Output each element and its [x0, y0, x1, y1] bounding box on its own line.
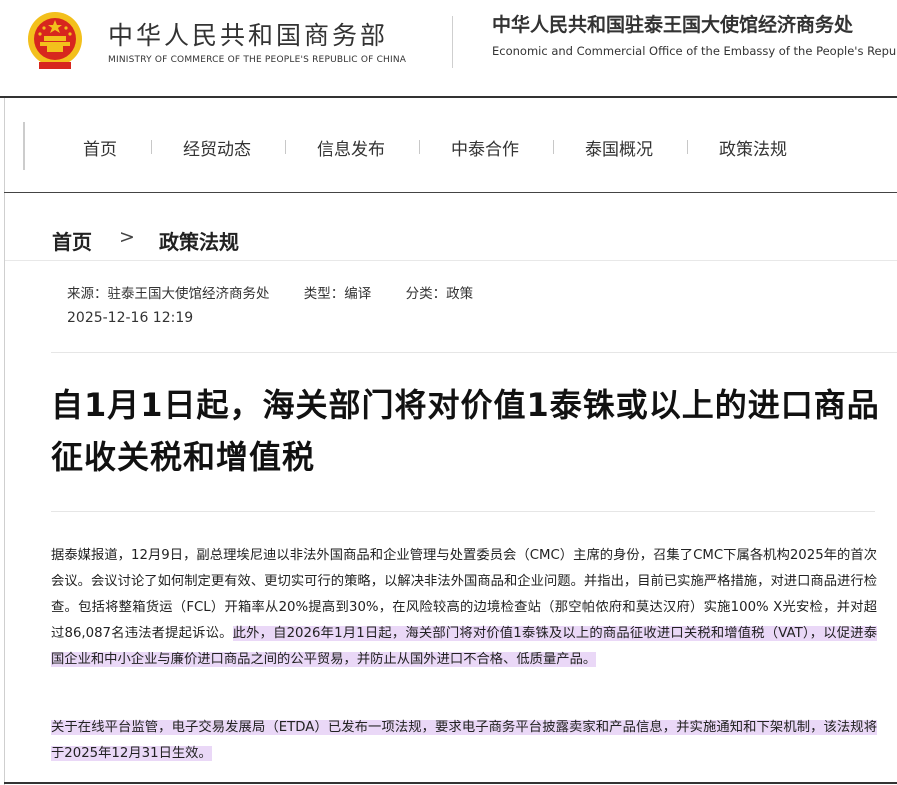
- breadcrumb-chevron-icon: >: [119, 226, 135, 248]
- article-container: 首页 > 政策法规 来源：驻泰王国大使馆经济商务处 类型：编译 分类：政策 20…: [4, 193, 897, 785]
- article-paragraph-1: 据泰媒报道，12月9日，副总理埃尼迪以非法外国商品和企业管理与处置委员会（CMC…: [51, 543, 877, 673]
- meta-divider: [51, 352, 897, 353]
- nav-item-home[interactable]: 首页: [83, 135, 117, 160]
- meta-category: 分类：政策: [405, 286, 474, 302]
- main-nav: 首页 经贸动态 信息发布 中泰合作 泰国概况 政策法规: [4, 98, 897, 192]
- office-name-cn[interactable]: 中华人民共和国驻泰王国大使馆经济商务处: [492, 10, 853, 37]
- article-paragraph-2: 关于在线平台监管，电子交易发展局（ETDA）已发布一项法规，要求电子商务平台披露…: [51, 715, 877, 767]
- article-meta: 来源：驻泰王国大使馆经济商务处 类型：编译 分类：政策: [67, 282, 503, 302]
- meta-publish-date: 2025-12-16 12:19: [67, 310, 194, 326]
- nav-item-policies-regulations[interactable]: 政策法规: [719, 135, 787, 160]
- nav-item-thailand-overview[interactable]: 泰国概况: [585, 135, 653, 160]
- breadcrumb-home-link[interactable]: 首页: [52, 226, 92, 255]
- office-name-en: Economic and Commercial Office of the Em…: [492, 44, 897, 58]
- nav-separator: [687, 140, 688, 154]
- ministry-name-cn[interactable]: 中华人民共和国商务部: [108, 16, 388, 52]
- nav-separator: [553, 140, 554, 154]
- article-title: 自1月1日起，海关部门将对价值1泰铢或以上的进口商品征收关税和增值税: [51, 386, 880, 476]
- nav-accent-bar: [23, 122, 25, 170]
- breadcrumb-current-link[interactable]: 政策法规: [159, 226, 239, 255]
- frame-border-bottom: [4, 782, 897, 784]
- title-divider: [51, 511, 875, 512]
- nav-item-announcements[interactable]: 信息发布: [317, 135, 385, 160]
- nav-item-china-thailand-cooperation[interactable]: 中泰合作: [451, 135, 519, 160]
- ministry-name-en: MINISTRY OF COMMERCE OF THE PEOPLE'S REP…: [108, 55, 407, 65]
- nav-separator: [419, 140, 420, 154]
- meta-source: 来源：驻泰王国大使馆经济商务处: [67, 286, 270, 302]
- site-header: 中华人民共和国商务部 MINISTRY OF COMMERCE OF THE P…: [0, 0, 897, 96]
- nav-separator: [151, 140, 152, 154]
- breadcrumb-divider: [5, 260, 897, 261]
- national-emblem-icon[interactable]: [26, 10, 84, 72]
- meta-type: 类型：编译: [303, 286, 372, 302]
- header-divider: [452, 16, 453, 68]
- nav-separator: [285, 140, 286, 154]
- highlighted-text: 关于在线平台监管，电子交易发展局（ETDA）已发布一项法规，要求电子商务平台披露…: [51, 720, 877, 761]
- nav-item-trade-news[interactable]: 经贸动态: [183, 135, 251, 160]
